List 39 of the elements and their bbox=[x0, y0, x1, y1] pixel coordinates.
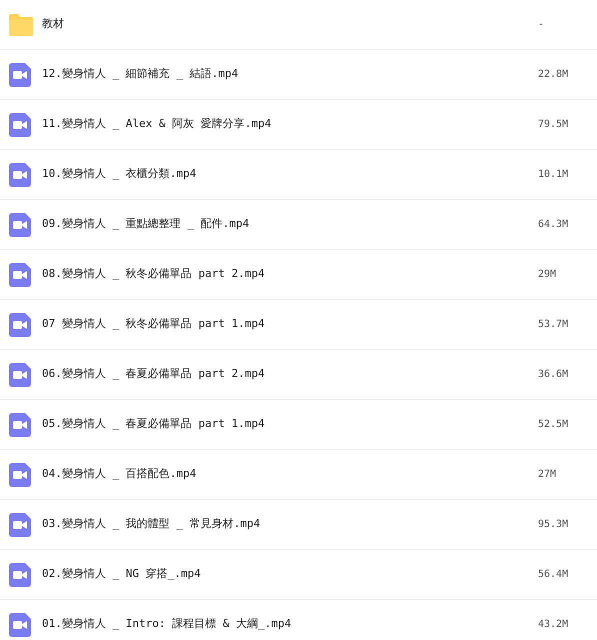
video-camera-icon bbox=[9, 262, 31, 286]
folder-icon bbox=[9, 14, 33, 36]
file-size: 36.6M bbox=[538, 368, 570, 382]
file-name[interactable]: 03.變身情人 _ 我的體型 _ 常見身材.mp4 bbox=[42, 516, 538, 533]
file-size: 95.3M bbox=[538, 518, 570, 532]
file-size: 52.5M bbox=[538, 418, 570, 432]
file-size: - bbox=[538, 18, 546, 32]
file-name[interactable]: 10.變身情人 _ 衣櫃分類.mp4 bbox=[42, 166, 538, 183]
video-camera-icon bbox=[9, 412, 31, 436]
video-camera-icon bbox=[9, 212, 31, 236]
file-name[interactable]: 教材 bbox=[42, 16, 538, 33]
video-camera-icon bbox=[9, 562, 31, 586]
file-name[interactable]: 09.變身情人 _ 重點總整理 _ 配件.mp4 bbox=[42, 216, 538, 233]
file-size: 79.5M bbox=[538, 118, 570, 132]
file-size: 53.7M bbox=[538, 318, 570, 332]
file-name[interactable]: 02.變身情人 _ NG 穿搭_.mp4 bbox=[42, 566, 538, 583]
file-size: 56.4M bbox=[538, 568, 570, 582]
file-size: 43.2M bbox=[538, 618, 570, 632]
file-name[interactable]: 08.變身情人 _ 秋冬必備單品 part 2.mp4 bbox=[42, 266, 538, 283]
video-camera-icon bbox=[9, 312, 31, 336]
video-camera-icon bbox=[9, 362, 31, 386]
file-size: 22.8M bbox=[538, 68, 570, 82]
file-size: 27M bbox=[538, 468, 558, 482]
file-size: 64.3M bbox=[538, 218, 570, 232]
file-name[interactable]: 11.變身情人 _ Alex & 阿灰 愛牌分享.mp4 bbox=[42, 116, 538, 133]
video-camera-icon bbox=[9, 162, 31, 186]
file-name[interactable]: 05.變身情人 _ 春夏必備單品 part 1.mp4 bbox=[42, 416, 538, 433]
video-camera-icon bbox=[9, 462, 31, 486]
video-camera-icon bbox=[9, 112, 31, 136]
file-name[interactable]: 07 變身情人 _ 秋冬必備單品 part 1.mp4 bbox=[42, 316, 538, 333]
file-name[interactable]: 01.變身情人 _ Intro: 課程目標 & 大綱_.mp4 bbox=[42, 616, 538, 633]
file-name[interactable]: 12.變身情人 _ 細節補充 _ 結語.mp4 bbox=[42, 66, 538, 83]
file-size: 10.1M bbox=[538, 168, 570, 182]
file-name[interactable]: 06.變身情人 _ 春夏必備單品 part 2.mp4 bbox=[42, 366, 538, 383]
file-name[interactable]: 04.變身情人 _ 百搭配色.mp4 bbox=[42, 466, 538, 483]
video-camera-icon bbox=[9, 612, 31, 636]
video-camera-icon bbox=[9, 62, 31, 86]
video-camera-icon bbox=[9, 512, 31, 536]
file-size: 29M bbox=[538, 268, 558, 282]
